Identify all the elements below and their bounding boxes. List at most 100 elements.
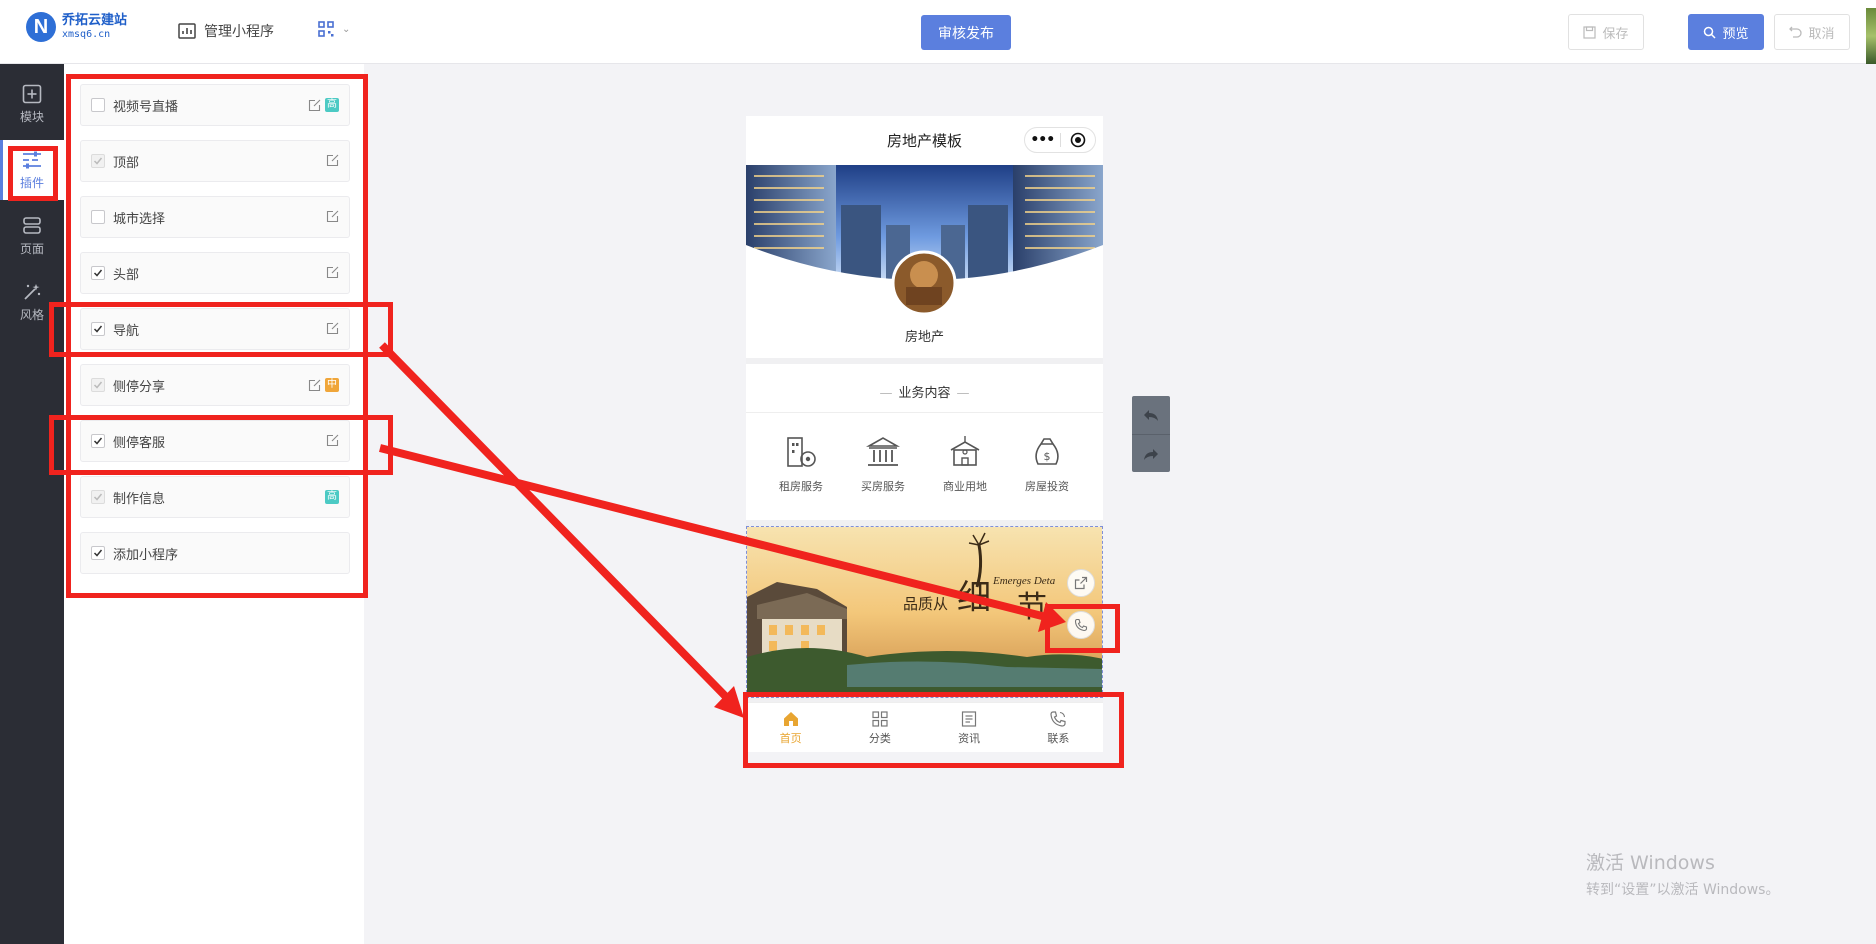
plugin-row-city-select[interactable]: 城市选择 [80, 196, 350, 238]
banner-text: 品质从 [903, 595, 949, 613]
plus-square-icon [22, 84, 42, 103]
edit-icon[interactable] [326, 266, 339, 279]
plugin-row-navigation[interactable]: 导航 [80, 308, 350, 350]
logo[interactable]: N 乔拓云建站 xmsq6.cn [26, 12, 127, 42]
tab-category[interactable]: 分类 [835, 703, 924, 752]
shop-name: 房地产 [904, 330, 944, 345]
tab-contact[interactable]: 联系 [1014, 703, 1103, 752]
category-label: 房屋投资 [1025, 480, 1069, 493]
pages-icon [23, 216, 41, 234]
edit-icon[interactable] [308, 99, 321, 112]
plugin-checkbox[interactable] [91, 434, 105, 448]
plugin-checkbox[interactable] [91, 546, 105, 560]
check-icon [93, 325, 103, 333]
plugin-label: 导航 [113, 323, 140, 339]
plugin-checkbox[interactable] [91, 322, 105, 336]
plugin-row-header[interactable]: 头部 [80, 252, 350, 294]
plugin-label: 视频号直播 [113, 99, 179, 115]
manage-miniprogram-link[interactable]: 管理小程序 [178, 21, 274, 41]
sidebar-item-plugins[interactable]: 插件 [0, 140, 64, 200]
plugin-checkbox[interactable] [91, 490, 105, 504]
sidebar-item-pages[interactable]: 页面 [0, 206, 64, 266]
sidebar-item-style[interactable]: 风格 [0, 272, 64, 332]
history-controls [1132, 396, 1170, 472]
cancel-label: 取消 [1808, 26, 1835, 42]
cancel-button[interactable]: 取消 [1774, 14, 1850, 50]
plugin-label: 添加小程序 [113, 547, 179, 563]
redo-arrow-icon [1144, 448, 1158, 460]
plugin-checkbox[interactable] [91, 210, 105, 224]
plugin-label: 顶部 [113, 155, 140, 171]
plugin-row-video-live[interactable]: 视频号直播 高 [80, 84, 350, 126]
edit-icon[interactable] [326, 434, 339, 447]
tab-news[interactable]: 资讯 [925, 703, 1014, 752]
check-icon [93, 437, 103, 445]
category-investment[interactable]: $ 房屋投资 [1006, 434, 1088, 494]
plugin-label: 头部 [113, 267, 140, 283]
publish-button[interactable]: 审核发布 [921, 15, 1011, 50]
check-icon [93, 269, 103, 277]
edit-icon[interactable] [308, 379, 321, 392]
logo-mark: N [26, 12, 56, 42]
wechat-capsule[interactable]: ••• [1024, 127, 1096, 153]
redo-button[interactable] [1132, 434, 1170, 472]
phone-icon [1050, 710, 1066, 727]
undo-arrow-icon [1144, 410, 1158, 421]
sidebar-item-label: 页面 [19, 241, 44, 256]
bank-icon [865, 437, 901, 466]
business-section: — 业务内容 — 租房服务 买房服务 商业用地 $ 房屋投资 [746, 364, 1103, 520]
edit-icon[interactable] [326, 154, 339, 167]
tab-home[interactable]: 首页 [746, 703, 835, 752]
plugin-row-top[interactable]: 顶部 [80, 140, 350, 182]
plugin-row-add-miniprogram[interactable]: 添加小程序 [80, 532, 350, 574]
promo-banner[interactable]: 细 节 Emerges Deta 品质从 [746, 526, 1103, 698]
share-float-button[interactable] [1067, 569, 1095, 597]
magic-wand-icon [24, 283, 41, 300]
category-buy[interactable]: 买房服务 [842, 434, 924, 494]
watermark-title: 激活 Windows [1586, 852, 1715, 874]
building-key-icon [787, 437, 816, 467]
tab-label: 联系 [1047, 731, 1070, 745]
search-icon [1704, 26, 1717, 39]
sidebar-item-modules[interactable]: 模块 [0, 74, 64, 134]
home-icon [783, 711, 798, 726]
save-button[interactable]: 保存 [1568, 14, 1644, 50]
plugin-label: 侧停分享 [113, 379, 166, 395]
svg-text:节: 节 [1017, 590, 1047, 625]
logo-url: xmsq6.cn [62, 28, 111, 40]
plugin-row-credits[interactable]: 制作信息 高 [80, 476, 350, 518]
plugin-label: 侧停客服 [113, 435, 166, 451]
edit-icon[interactable] [326, 322, 339, 335]
sidebar-item-label: 插件 [19, 175, 44, 190]
category-rent[interactable]: 租房服务 [760, 434, 842, 494]
plugin-row-side-service[interactable]: 侧停客服 [80, 420, 350, 462]
plugin-row-side-share[interactable]: 侧停分享 中 [80, 364, 350, 406]
level-badge: 高 [325, 490, 339, 504]
more-icon[interactable]: ••• [1025, 132, 1060, 148]
icon-sidebar: 模块 插件 页面 风格 [0, 64, 64, 944]
service-float-button[interactable] [1067, 611, 1095, 639]
edit-icon[interactable] [326, 210, 339, 223]
top-bar: N 乔拓云建站 xmsq6.cn 管理小程序 ⌄ 审核发布 保存 预览 取消 [0, 0, 1876, 64]
tab-label: 资讯 [958, 731, 981, 745]
plugin-checkbox[interactable] [91, 378, 105, 392]
preview-button[interactable]: 预览 [1688, 14, 1764, 50]
plugin-checkbox[interactable] [91, 266, 105, 280]
undo-button[interactable] [1132, 396, 1170, 434]
save-label: 保存 [1602, 26, 1629, 42]
check-icon [93, 381, 103, 389]
close-target-icon[interactable] [1060, 132, 1095, 148]
check-icon [93, 493, 103, 501]
category-commercial[interactable]: 商业用地 [924, 434, 1006, 494]
plugin-checkbox[interactable] [91, 98, 105, 112]
plugin-checkbox[interactable] [91, 154, 105, 168]
grid-icon [872, 710, 888, 727]
phone-preview: 房地产模板 ••• 房地产 — 业务内容 — 租房服务 买房服务 商业用地 $ … [746, 116, 1103, 752]
bar-chart-icon [178, 23, 196, 39]
news-icon [962, 710, 977, 727]
phone-icon [1074, 618, 1088, 632]
svg-text:细: 细 [957, 578, 991, 618]
section-title: — 业务内容 — [879, 386, 970, 401]
qrcode-dropdown[interactable]: ⌄ [318, 21, 350, 37]
undo-icon [1789, 26, 1803, 38]
